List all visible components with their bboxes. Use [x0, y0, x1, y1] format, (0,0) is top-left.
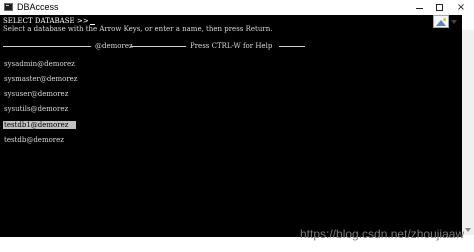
header-server-name: @demorez [95, 42, 133, 50]
dbaccess-window: DBAccess × SELECT DATABASE >> Select a d… [0, 0, 474, 252]
menu-header: @demorez Press CTRL-W for Help [3, 42, 305, 50]
image-icon[interactable] [433, 15, 449, 28]
header-rule-left [3, 46, 91, 47]
database-item-sysadmin[interactable]: sysadmin@demorez [3, 60, 76, 68]
console-area[interactable]: SELECT DATABASE >> Select a database wit… [0, 15, 462, 237]
chevron-down-icon[interactable] [451, 20, 457, 24]
minimize-button[interactable] [408, 0, 430, 15]
maximize-button[interactable] [428, 0, 450, 15]
close-button[interactable]: × [450, 0, 472, 15]
window-title: DBAccess [17, 2, 59, 12]
image-mountain-shape [436, 20, 446, 26]
database-item-sysutils[interactable]: sysutils@demorez [3, 105, 69, 113]
title-bar[interactable]: DBAccess × [0, 0, 474, 15]
header-help-hint: Press CTRL-W for Help [190, 42, 273, 50]
instruction-text: Select a database with the Arrow Keys, o… [3, 25, 273, 33]
database-item-sysmaster[interactable]: sysmaster@demorez [3, 75, 79, 83]
select-database-prompt: SELECT DATABASE >> [3, 17, 95, 25]
prompt-text: SELECT DATABASE >> [3, 17, 89, 25]
watermark-url: https://blog.csdn.net/zhoujiaaw [300, 227, 465, 241]
database-item-sysuser[interactable]: sysuser@demorez [3, 90, 69, 98]
database-item-testdb[interactable]: testdb@demorez [3, 136, 65, 144]
header-rule-middle [130, 46, 186, 47]
console-app-icon[interactable] [4, 3, 13, 11]
vertical-scrollbar[interactable] [462, 30, 474, 235]
scroll-down-icon[interactable] [465, 228, 471, 232]
header-rule-right [279, 46, 305, 47]
database-item-testdb1-selected[interactable]: testdb1@demorez [3, 121, 77, 129]
minimize-icon [415, 8, 423, 9]
maximize-icon [435, 4, 443, 11]
